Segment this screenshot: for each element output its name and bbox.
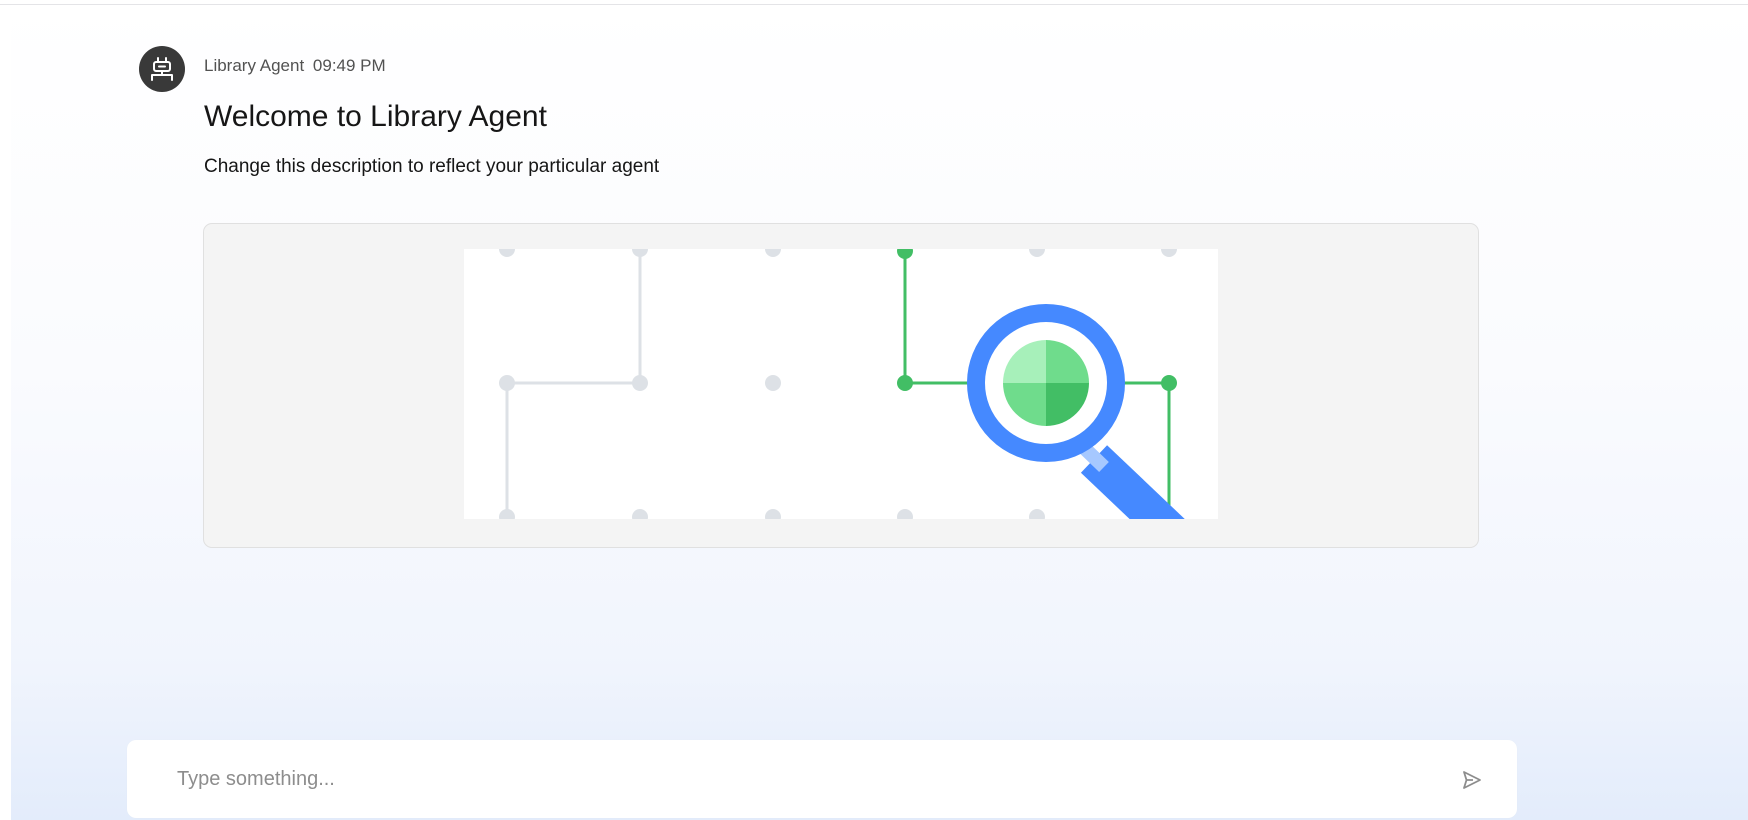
sender-name: Library Agent bbox=[204, 56, 305, 75]
robot-icon bbox=[151, 57, 173, 81]
top-divider bbox=[0, 4, 1748, 5]
illustration-frame bbox=[464, 249, 1218, 519]
send-icon bbox=[1463, 771, 1481, 789]
message-description: Change this description to reflect your … bbox=[204, 156, 660, 177]
message-composer bbox=[127, 740, 1517, 818]
message-time: 09:49 PM bbox=[312, 56, 386, 75]
chat-page: Library Agent 09:49 PM Welcome to Librar… bbox=[0, 0, 1748, 820]
illustration-card bbox=[203, 223, 1479, 548]
left-edge bbox=[0, 0, 11, 820]
magnifier-graph-illustration bbox=[499, 249, 1185, 519]
message-input[interactable] bbox=[177, 760, 1377, 798]
send-button[interactable] bbox=[1457, 765, 1487, 795]
message-meta: Library Agent 09:49 PM bbox=[204, 56, 386, 76]
message-title: Welcome to Library Agent bbox=[204, 100, 547, 133]
agent-avatar bbox=[139, 46, 185, 92]
